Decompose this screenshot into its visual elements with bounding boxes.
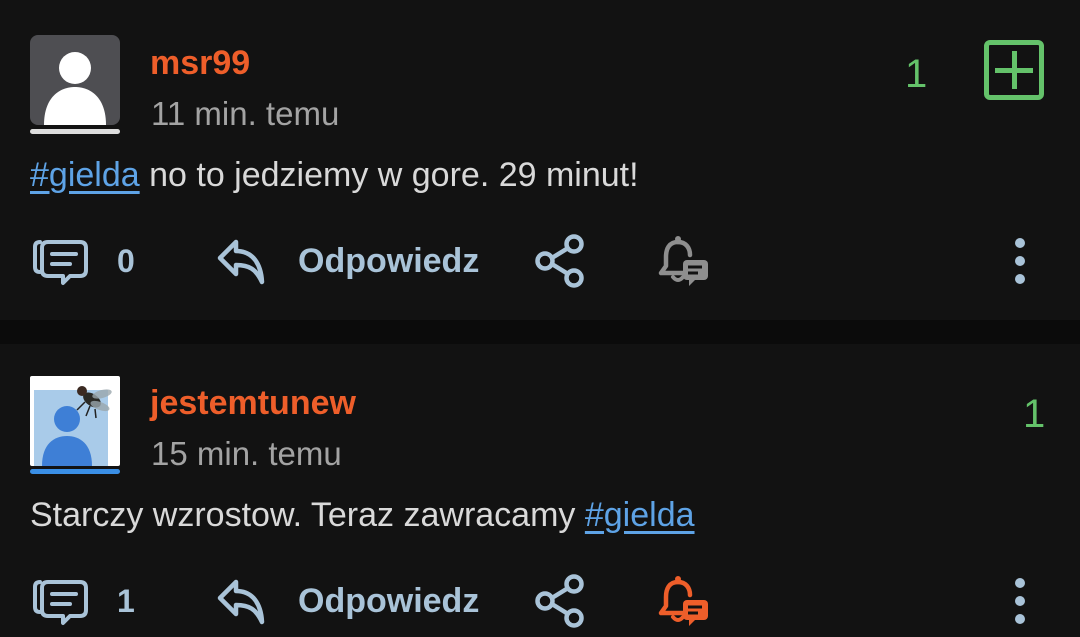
vote-count: 1: [1023, 392, 1046, 436]
user-silhouette-icon: [44, 52, 106, 125]
username[interactable]: jestemtunew: [150, 384, 356, 423]
reply-arrow-icon: [217, 579, 265, 625]
post-time: 15 min. temu: [151, 435, 342, 472]
avatar[interactable]: [30, 376, 120, 466]
notify-button[interactable]: [656, 571, 712, 631]
tag-link[interactable]: #gielda: [30, 156, 140, 194]
reply-arrow-icon: [217, 239, 265, 285]
reply-button[interactable]: Odpowiedz: [216, 571, 479, 631]
share-icon: [535, 574, 584, 628]
upvote-button[interactable]: [984, 40, 1044, 100]
reply-button[interactable]: Odpowiedz: [216, 231, 479, 291]
bell-message-icon: [658, 576, 708, 626]
share-button[interactable]: [533, 571, 587, 631]
comments-button[interactable]: 1: [32, 571, 135, 631]
comments-button[interactable]: 0: [32, 231, 135, 291]
notify-button[interactable]: [656, 231, 712, 291]
comments-icon: [33, 580, 88, 625]
post-actions: 0 Odpowiedz: [0, 231, 1080, 291]
avatar-status-bar: [30, 129, 120, 134]
vote-count: 1: [905, 52, 928, 96]
reply-label: Odpowiedz: [298, 241, 480, 280]
post-entry: msr99 11 min. temu 1 #gielda no to jedzi…: [0, 0, 1080, 320]
post-text: Starczy wzrostow. Teraz zawracamy: [30, 496, 585, 534]
username[interactable]: msr99: [150, 44, 250, 83]
user-with-fly-avatar-icon: [34, 386, 112, 466]
comment-count: 1: [117, 582, 135, 619]
more-options-button[interactable]: [1008, 231, 1032, 291]
avatar-status-bar: [30, 469, 120, 474]
share-button[interactable]: [533, 231, 587, 291]
tag-link[interactable]: #gielda: [585, 496, 695, 534]
post-time: 11 min. temu: [151, 95, 340, 132]
avatar[interactable]: [30, 35, 120, 125]
post-entry: jestemtunew 15 min. temu 1 Starczy wzros…: [0, 344, 1080, 637]
post-content: Starczy wzrostow. Teraz zawracamy #gield…: [30, 496, 695, 535]
more-vertical-icon: [1015, 578, 1025, 624]
bell-message-icon: [658, 236, 708, 286]
post-content: #gielda no to jedziemy w gore. 29 minut!: [30, 156, 639, 195]
more-vertical-icon: [1015, 238, 1025, 284]
share-icon: [535, 234, 584, 288]
post-actions: 1 Odpowiedz: [0, 571, 1080, 631]
post-divider: [0, 320, 1080, 344]
comments-icon: [33, 240, 88, 285]
comment-count: 0: [117, 242, 135, 279]
reply-label: Odpowiedz: [298, 581, 480, 620]
post-text: no to jedziemy w gore. 29 minut!: [139, 156, 639, 194]
more-options-button[interactable]: [1008, 571, 1032, 631]
